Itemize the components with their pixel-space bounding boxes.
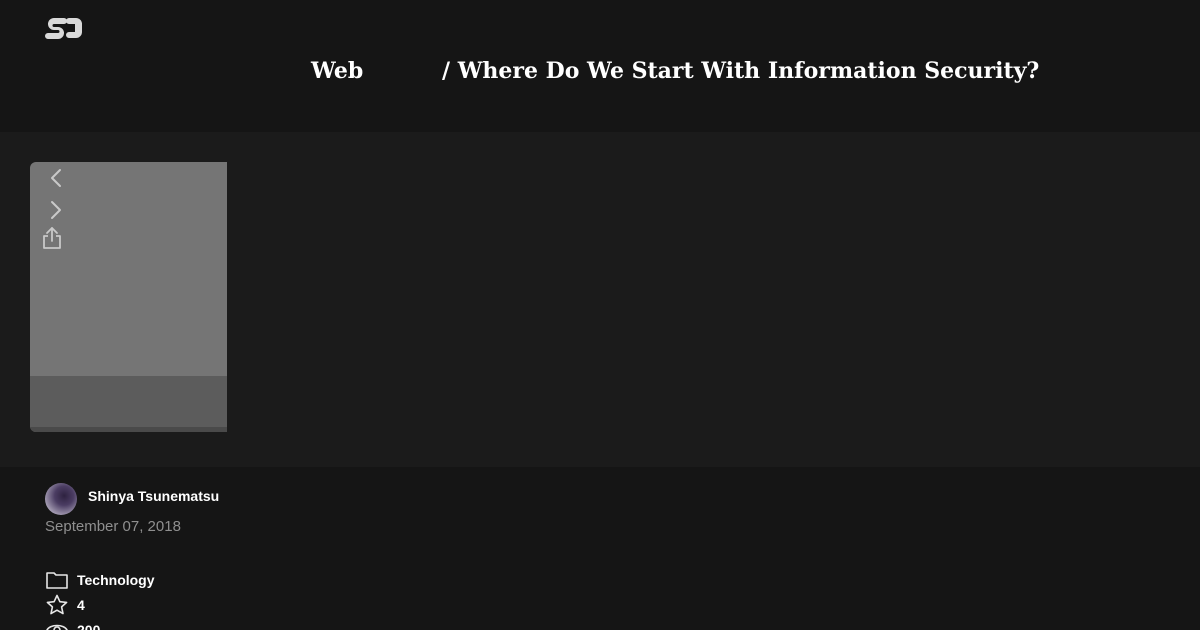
header: Web / Where Do We Start With Information… [0, 0, 1200, 132]
title-category-link[interactable]: Web [311, 56, 363, 86]
chevron-right-icon[interactable] [44, 198, 68, 222]
slide-footer [30, 376, 227, 427]
folder-icon [45, 569, 69, 591]
share-icon[interactable] [40, 226, 64, 250]
slide-viewer[interactable] [30, 162, 227, 432]
speakerdeck-logo-icon[interactable] [45, 17, 82, 39]
star-icon[interactable] [45, 594, 69, 616]
page-title: Web / Where Do We Start With Information… [0, 56, 1200, 86]
category-label[interactable]: Technology [77, 572, 155, 588]
stars-row[interactable]: 4 [45, 594, 85, 616]
slide-footer-edge [30, 427, 227, 432]
avatar[interactable] [45, 483, 77, 515]
author-name[interactable]: Shinya Tsunematsu [88, 488, 219, 504]
chevron-left-icon[interactable] [44, 166, 68, 190]
category-row[interactable]: Technology [45, 569, 155, 591]
views-row: 200 [45, 619, 100, 630]
talk-meta: Shinya Tsunematsu September 07, 2018 Tec… [0, 467, 1200, 630]
views-count: 200 [77, 622, 101, 630]
player-band [0, 132, 1200, 467]
page: Web / Where Do We Start With Information… [0, 0, 1200, 630]
publish-date: September 07, 2018 [45, 518, 181, 535]
title-text: / Where Do We Start With Information Sec… [442, 58, 1040, 84]
stars-count: 4 [77, 597, 85, 613]
eye-icon [45, 619, 69, 630]
